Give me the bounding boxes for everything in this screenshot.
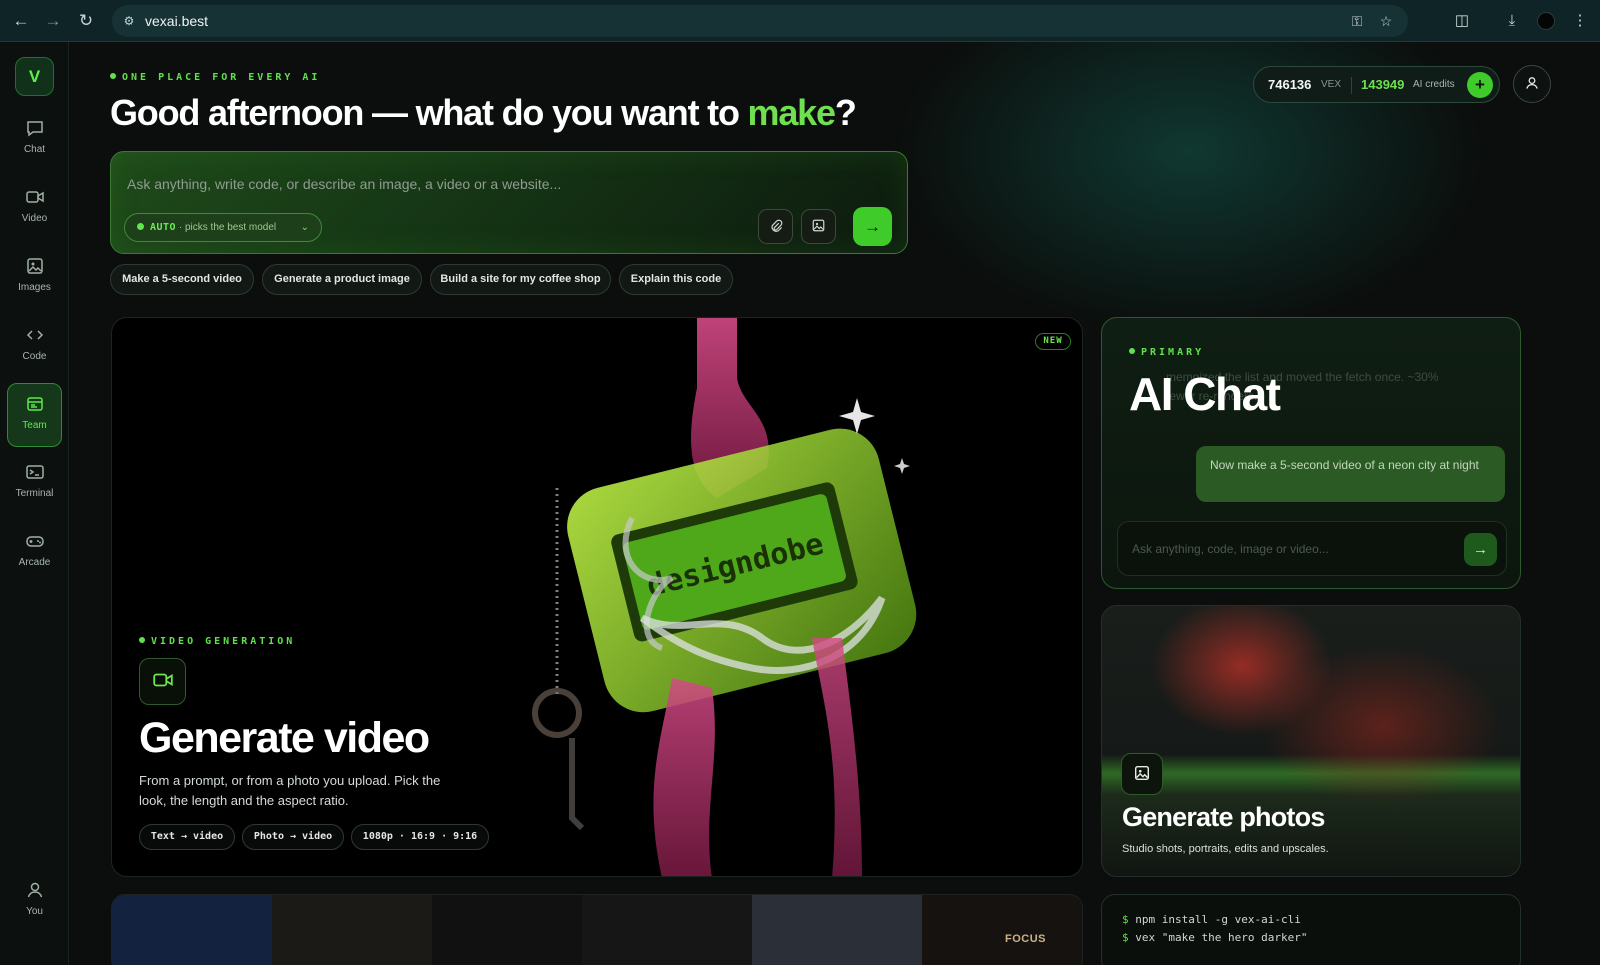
account-button[interactable]: [1513, 65, 1551, 103]
website-builder-card[interactable]: FOCUS: [111, 894, 1083, 965]
paperclip-icon: [769, 218, 783, 234]
add-credits-button[interactable]: +: [1467, 72, 1493, 98]
extensions-icon[interactable]: ◫: [1452, 11, 1472, 31]
photo-generation-card[interactable]: Generate photos Studio shots, portraits,…: [1101, 605, 1521, 877]
sidebar: V Chat Video Images Code Team Terminal A…: [0, 42, 69, 965]
ai-credits-unit: AI credits: [1413, 79, 1455, 90]
url-text[interactable]: vexai.best: [145, 13, 208, 29]
more-menu-icon[interactable]: ⋮: [1570, 11, 1590, 31]
site-thumbnail: [272, 895, 432, 965]
password-key-icon[interactable]: ⚿: [1348, 12, 1366, 30]
video-generation-card[interactable]: designdobe NEW VIDEO GENERATION Generate…: [111, 317, 1083, 877]
chat-send-button[interactable]: →: [1464, 533, 1497, 566]
header-eyebrow: ONE PLACE FOR EVERY AI: [110, 72, 320, 83]
image-icon: [811, 218, 826, 234]
credits-balance: 746136 VEX 143949 AI credits +: [1253, 66, 1500, 103]
terminal-line: $ vex "make the hero darker": [1122, 931, 1308, 944]
sidebar-item-video[interactable]: Video: [7, 177, 62, 241]
sidebar-item-you[interactable]: You: [7, 870, 62, 934]
video-icon: [25, 187, 45, 207]
prompt-composer: AUTO · picks the best model ⌄ →: [110, 151, 908, 254]
arrow-right-icon: →: [864, 217, 881, 236]
page-title: Good afternoon — what do you want to mak…: [110, 92, 857, 133]
sidebar-item-terminal[interactable]: Terminal: [7, 452, 62, 516]
video-card-title: Generate video: [139, 714, 430, 762]
tag-chip[interactable]: 1080p · 16:9 · 9:16: [351, 824, 489, 850]
chat-icon: [25, 118, 45, 138]
reload-icon[interactable]: ↻: [75, 10, 97, 32]
send-button[interactable]: →: [853, 207, 892, 246]
forward-icon[interactable]: →: [42, 10, 64, 32]
app-logo[interactable]: V: [15, 57, 54, 96]
image-icon: [25, 256, 45, 276]
chat-user-message: Now make a 5-second video of a neon city…: [1196, 446, 1505, 502]
suggestion-chip[interactable]: Explain this code: [619, 264, 733, 295]
attach-button[interactable]: [758, 209, 793, 244]
back-icon[interactable]: ←: [10, 10, 32, 32]
sidebar-item-chat[interactable]: Chat: [7, 108, 62, 172]
site-thumbnail: [922, 895, 1082, 965]
image-icon: [1121, 753, 1163, 795]
sidebar-item-label: Chat: [23, 144, 46, 155]
video-card-description: From a prompt, or from a photo you uploa…: [139, 773, 441, 808]
suggestion-chip[interactable]: Build a site for my coffee shop: [430, 264, 611, 295]
sidebar-item-label: Code: [22, 351, 47, 362]
address-bar[interactable]: ⚙ vexai.best ⚿ ☆: [112, 5, 1408, 37]
photo-card-title: Generate photos: [1122, 802, 1325, 832]
team-icon: [25, 394, 45, 414]
sidebar-item-arcade[interactable]: Arcade: [7, 521, 62, 585]
sidebar-item-label: Video: [21, 213, 48, 224]
sidebar-item-label: Images: [18, 282, 51, 293]
prompt-input[interactable]: [127, 172, 727, 196]
ai-credits-balance: 143949: [1361, 77, 1405, 92]
sidebar-item-label: You: [26, 906, 43, 917]
code-icon: [25, 325, 45, 345]
video-eyebrow: VIDEO GENERATION: [139, 636, 295, 647]
terminal-card[interactable]: $ npm install -g vex-ai-cli $ vex "make …: [1101, 894, 1521, 965]
sidebar-item-team[interactable]: Team: [7, 383, 62, 447]
sidebar-item-label: Team: [22, 420, 47, 431]
ai-chat-card[interactable]: memoized the list and moved the fetch on…: [1101, 317, 1521, 589]
add-image-button[interactable]: [801, 209, 836, 244]
site-info-icon[interactable]: ⚙: [121, 13, 137, 29]
terminal-line: $ npm install -g vex-ai-cli: [1122, 913, 1301, 926]
chat-input-box: →: [1117, 521, 1507, 576]
suggestion-chip[interactable]: Make a 5-second video: [110, 264, 254, 295]
site-thumbnail: [112, 895, 272, 965]
video-icon: [139, 658, 186, 705]
tag-chip[interactable]: Photo → video: [242, 824, 344, 850]
photo-card-description: Studio shots, portraits, edits and upsca…: [1122, 843, 1329, 855]
main-content: ONE PLACE FOR EVERY AI Good afternoon — …: [70, 42, 1600, 965]
chevron-down-icon: ⌄: [300, 222, 309, 233]
download-icon[interactable]: ⤓: [1502, 11, 1522, 31]
profile-icon[interactable]: [1537, 12, 1555, 30]
arrow-right-icon: →: [1473, 541, 1488, 558]
model-selector[interactable]: AUTO · picks the best model ⌄: [124, 213, 322, 242]
suggestion-chip[interactable]: Generate a product image: [262, 264, 422, 295]
vex-unit: VEX: [1321, 79, 1342, 90]
tag-chip[interactable]: Text → video: [139, 824, 235, 850]
user-icon: [25, 880, 45, 900]
bookmark-star-icon[interactable]: ☆: [1377, 12, 1395, 30]
new-badge: NEW: [1035, 333, 1071, 350]
vex-balance: 746136: [1268, 77, 1312, 92]
site-thumbnail: [582, 895, 752, 965]
site-thumbnail: [432, 895, 582, 965]
sidebar-item-code[interactable]: Code: [7, 315, 62, 379]
terminal-icon: [25, 462, 45, 482]
site-thumbnail-text: FOCUS: [1005, 933, 1046, 945]
chat-card-title: AI Chat: [1129, 368, 1281, 420]
browser-toolbar: ← → ↻ ⚙ vexai.best ⚿ ☆ ◫ ⤓ ⋮: [0, 0, 1600, 42]
sidebar-item-label: Arcade: [18, 557, 51, 568]
sidebar-item-label: Terminal: [15, 488, 54, 499]
chat-eyebrow: PRIMARY: [1129, 347, 1204, 358]
gamepad-icon: [25, 531, 45, 551]
user-icon: [1524, 75, 1540, 92]
sidebar-item-images[interactable]: Images: [7, 246, 62, 310]
site-thumbnail: [752, 895, 922, 965]
chat-input[interactable]: [1132, 539, 1442, 559]
